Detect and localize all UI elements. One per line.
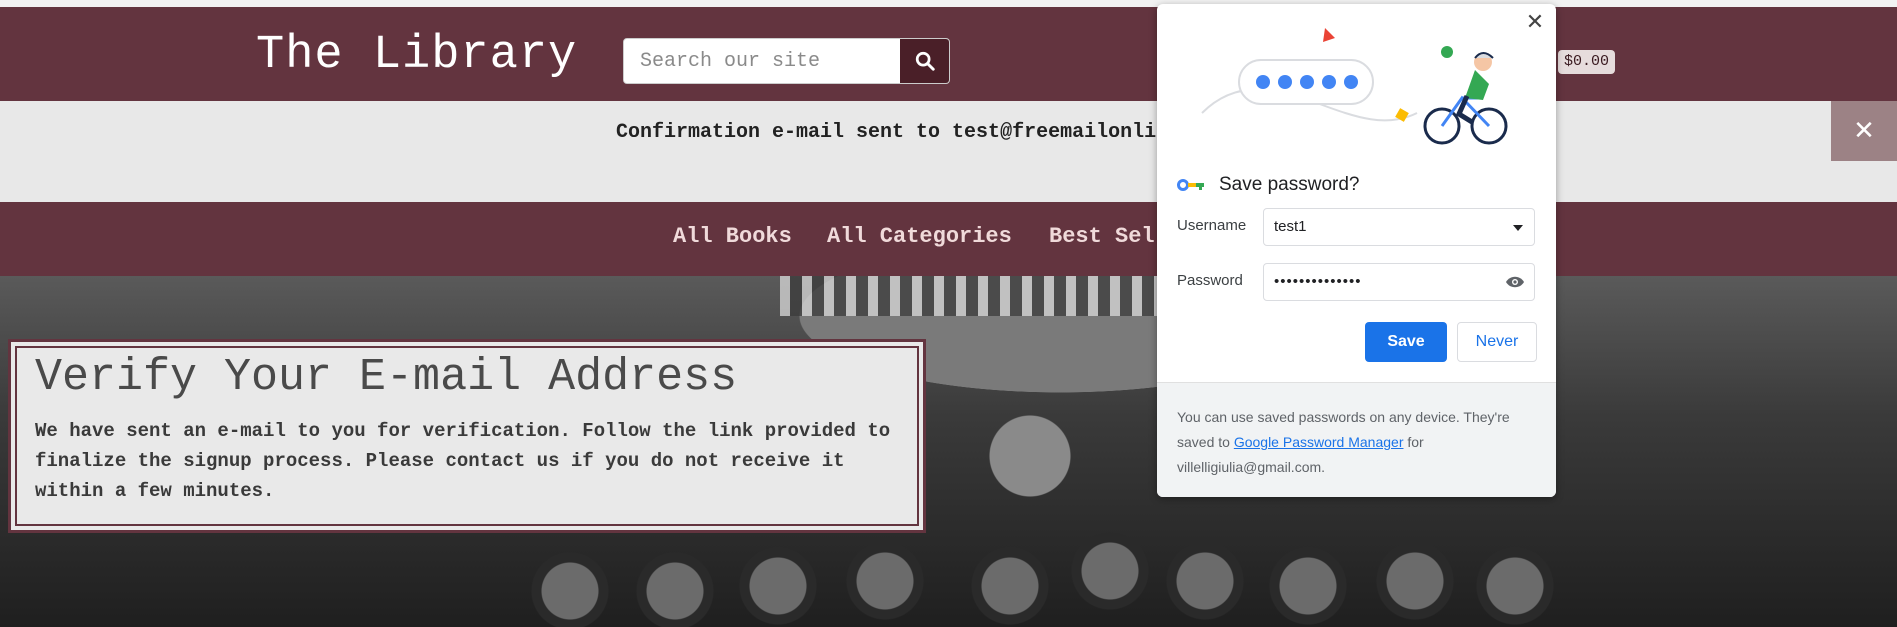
cart-total-badge[interactable]: $0.00 — [1558, 50, 1616, 74]
confirmation-message: Confirmation e-mail sent to test@freemai… — [616, 121, 1157, 144]
username-value: test1 — [1274, 218, 1307, 235]
verify-description: We have sent an e-mail to you for verifi… — [35, 420, 891, 502]
key-icon — [1177, 179, 1204, 191]
eye-icon[interactable] — [1505, 275, 1525, 289]
close-icon[interactable]: ✕ — [1831, 101, 1897, 161]
password-value: •••••••••••••• — [1274, 273, 1362, 290]
nav-item-all-categories[interactable]: All Categories — [827, 224, 1012, 249]
browser-top-strip — [0, 0, 1897, 7]
site-header: The Library $0.00 — [0, 7, 1897, 101]
nav-item-best-sellers[interactable]: Best Sel — [1049, 224, 1155, 249]
popup-footer: You can use saved passwords on any devic… — [1157, 382, 1556, 497]
nav-item-all-books[interactable]: All Books — [673, 224, 792, 249]
footer-text: You can use saved passwords on any devic… — [1177, 405, 1537, 480]
save-button[interactable]: Save — [1365, 322, 1447, 362]
verify-title: Verify Your E-mail Address — [35, 352, 738, 403]
username-field[interactable]: test1 — [1263, 208, 1535, 246]
save-password-title: Save password? — [1219, 174, 1360, 195]
search-icon — [915, 51, 935, 71]
main-nav: All Books All Categories Best Sel — [0, 202, 1897, 276]
password-label: Password — [1177, 272, 1243, 289]
search-box — [623, 38, 950, 84]
password-field[interactable]: •••••••••••••• — [1263, 263, 1535, 301]
confirmation-bar: Confirmation e-mail sent to test@freemai… — [0, 101, 1897, 202]
site-title[interactable]: The Library — [256, 29, 577, 82]
save-password-header: Save password? — [1177, 172, 1359, 198]
dropdown-arrow-icon[interactable] — [1512, 224, 1524, 232]
close-icon[interactable]: ✕ — [1524, 12, 1546, 34]
save-password-popup: ✕ Save password? Username test1 Password… — [1157, 4, 1556, 497]
never-button[interactable]: Never — [1457, 322, 1537, 362]
verify-email-card: Verify Your E-mail Address We have sent … — [8, 339, 926, 533]
search-button[interactable] — [900, 39, 949, 83]
username-label: Username — [1177, 217, 1247, 234]
cyclist-illustration — [1201, 28, 1508, 145]
google-password-manager-link[interactable]: Google Password Manager — [1234, 434, 1404, 450]
search-input[interactable] — [624, 39, 899, 83]
